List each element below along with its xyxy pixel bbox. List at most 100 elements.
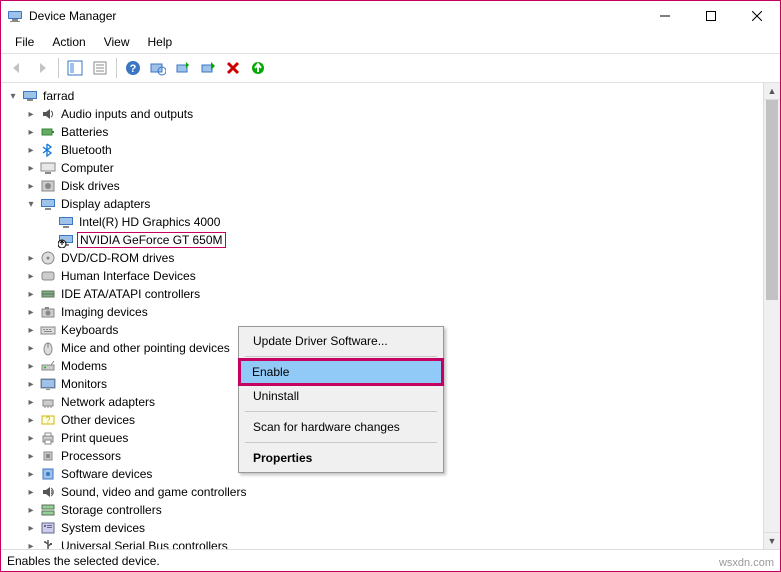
chevron-right-icon[interactable]: ▸ — [23, 469, 39, 480]
chevron-right-icon[interactable]: ▸ — [23, 361, 39, 372]
tree-root-label: farrad — [41, 89, 76, 103]
menu-help[interactable]: Help — [140, 33, 181, 51]
tree-item[interactable]: ▸ DVD/CD-ROM drives — [3, 249, 763, 267]
chevron-right-icon[interactable]: ▸ — [23, 379, 39, 390]
forward-button — [30, 56, 54, 80]
context-menu-item[interactable]: Update Driver Software... — [241, 329, 441, 353]
menu-file[interactable]: File — [7, 33, 42, 51]
show-hide-console-tree-button[interactable] — [63, 56, 87, 80]
bluetooth-icon — [39, 142, 57, 158]
chevron-down-icon[interactable]: ▾ — [23, 199, 39, 210]
scan-hardware-button[interactable] — [146, 56, 170, 80]
app-icon — [7, 8, 23, 24]
tree-item-label: Human Interface Devices — [59, 269, 198, 283]
scrollbar-thumb[interactable] — [766, 100, 778, 300]
tree-item-label: IDE ATA/ATAPI controllers — [59, 287, 202, 301]
close-button[interactable] — [734, 1, 780, 31]
tree-item-label: Other devices — [59, 413, 137, 427]
chevron-right-icon[interactable]: ▸ — [23, 541, 39, 550]
tree-item[interactable]: ▸ Sound, video and game controllers — [3, 483, 763, 501]
context-menu-item[interactable]: Properties — [241, 446, 441, 470]
chevron-right-icon[interactable]: ▸ — [23, 487, 39, 498]
audio-icon — [39, 106, 57, 122]
context-menu-item[interactable]: Enable — [240, 360, 442, 384]
chevron-right-icon[interactable]: ▸ — [23, 451, 39, 462]
cd-icon — [39, 250, 57, 266]
context-menu-item[interactable]: Scan for hardware changes — [241, 415, 441, 439]
tree-item[interactable]: ▸ Human Interface Devices — [3, 267, 763, 285]
tree-item[interactable]: ▸ NVIDIA GeForce GT 650M — [3, 231, 763, 249]
chevron-right-icon[interactable]: ▸ — [23, 253, 39, 264]
help-button[interactable]: ? — [121, 56, 145, 80]
tree-item[interactable]: ▸ Storage controllers — [3, 501, 763, 519]
tree-item-label: Display adapters — [59, 197, 152, 211]
tree-item[interactable]: ▸ Imaging devices — [3, 303, 763, 321]
hid-icon — [39, 268, 57, 284]
content-area: ▾ farrad ▸ Audio inputs and outputs▸ Bat… — [1, 83, 780, 549]
chevron-right-icon[interactable]: ▸ — [23, 271, 39, 282]
tree-item[interactable]: ▸ Batteries — [3, 123, 763, 141]
chevron-right-icon[interactable]: ▸ — [23, 289, 39, 300]
computer-icon — [39, 160, 57, 176]
tree-item-label: Sound, video and game controllers — [59, 485, 248, 499]
chevron-right-icon[interactable]: ▸ — [23, 181, 39, 192]
disk-icon — [39, 178, 57, 194]
network-icon — [39, 394, 57, 410]
print-icon — [39, 430, 57, 446]
tree-root[interactable]: ▾ farrad — [3, 87, 763, 105]
chevron-right-icon[interactable]: ▸ — [23, 523, 39, 534]
context-menu-item[interactable]: Uninstall — [241, 384, 441, 408]
update-driver-button[interactable] — [171, 56, 195, 80]
display-icon — [57, 214, 75, 230]
tree-item[interactable]: ▸ Computer — [3, 159, 763, 177]
enable-device-button[interactable] — [196, 56, 220, 80]
usb-icon — [39, 538, 57, 549]
tree-item-label: NVIDIA GeForce GT 650M — [77, 232, 226, 248]
chevron-right-icon[interactable]: ▸ — [23, 397, 39, 408]
tree-item[interactable]: ▸ Disk drives — [3, 177, 763, 195]
tree-item[interactable]: ▸ Universal Serial Bus controllers — [3, 537, 763, 549]
uninstall-button[interactable] — [221, 56, 245, 80]
chevron-right-icon[interactable]: ▸ — [23, 163, 39, 174]
menu-action[interactable]: Action — [44, 33, 93, 51]
refresh-button[interactable] — [246, 56, 270, 80]
tree-item[interactable]: ▸ Bluetooth — [3, 141, 763, 159]
chevron-right-icon[interactable]: ▸ — [23, 127, 39, 138]
tree-item-label: Audio inputs and outputs — [59, 107, 195, 121]
tree-item[interactable]: ▸ Intel(R) HD Graphics 4000 — [3, 213, 763, 231]
tree-item[interactable]: ▸ Audio inputs and outputs — [3, 105, 763, 123]
chevron-right-icon[interactable]: ▸ — [23, 343, 39, 354]
chevron-right-icon[interactable]: ▸ — [23, 433, 39, 444]
minimize-button[interactable] — [642, 1, 688, 31]
keyboard-icon — [39, 322, 57, 338]
tree-item-label: Batteries — [59, 125, 110, 139]
toolbar-divider — [116, 58, 117, 78]
status-bar: Enables the selected device. — [1, 549, 780, 571]
chevron-right-icon[interactable]: ▸ — [23, 145, 39, 156]
computer-icon — [21, 88, 39, 104]
tree-item-label: Computer — [59, 161, 116, 175]
tree-item-label: Modems — [59, 359, 109, 373]
chevron-right-icon[interactable]: ▸ — [23, 415, 39, 426]
cpu-icon — [39, 448, 57, 464]
chevron-right-icon[interactable]: ▸ — [23, 325, 39, 336]
tree-item-label: Print queues — [59, 431, 130, 445]
chevron-right-icon[interactable]: ▸ — [23, 109, 39, 120]
vertical-scrollbar[interactable]: ▲ ▼ — [763, 83, 780, 549]
tree-item[interactable]: ▸ IDE ATA/ATAPI controllers — [3, 285, 763, 303]
tree-item-label: Bluetooth — [59, 143, 114, 157]
menu-view[interactable]: View — [96, 33, 138, 51]
properties-button[interactable] — [88, 56, 112, 80]
tree-item[interactable]: ▸ System devices — [3, 519, 763, 537]
tree-item[interactable]: ▾ Display adapters — [3, 195, 763, 213]
scroll-up-button[interactable]: ▲ — [764, 83, 780, 100]
chevron-right-icon[interactable]: ▸ — [23, 505, 39, 516]
display-disabled-icon — [57, 232, 75, 248]
chevron-right-icon[interactable]: ▸ — [23, 307, 39, 318]
maximize-button[interactable] — [688, 1, 734, 31]
chevron-down-icon[interactable]: ▾ — [5, 91, 21, 102]
toolbar-divider — [58, 58, 59, 78]
device-tree[interactable]: ▾ farrad ▸ Audio inputs and outputs▸ Bat… — [1, 83, 763, 549]
context-menu: Update Driver Software... EnableUninstall… — [238, 326, 444, 473]
scroll-down-button[interactable]: ▼ — [764, 532, 780, 549]
